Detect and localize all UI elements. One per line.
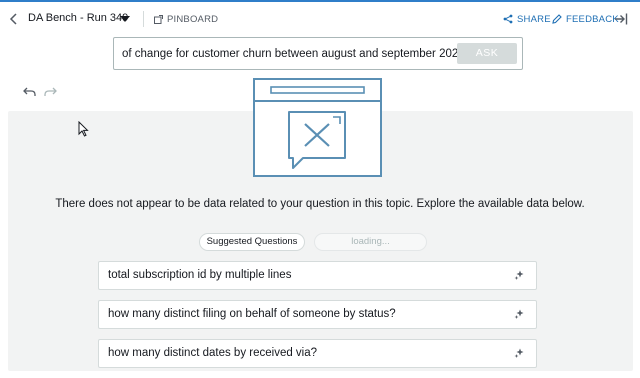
topic-title[interactable]: DA Bench - Run 349 xyxy=(28,12,128,24)
tab-suggested-questions[interactable]: Suggested Questions xyxy=(199,233,305,251)
ask-button[interactable]: ASK xyxy=(457,43,517,64)
question-text: how many distinct dates by received via? xyxy=(108,347,318,359)
feedback-button[interactable]: FEEDBACK xyxy=(552,10,619,28)
sparkle-icon xyxy=(514,309,524,319)
feedback-icon xyxy=(552,14,562,24)
pinboard-label: PINBOARD xyxy=(167,13,219,25)
sparkle-icon xyxy=(514,348,524,358)
share-icon xyxy=(503,14,513,24)
undo-icon[interactable] xyxy=(23,86,36,98)
sparkle-icon xyxy=(514,270,524,280)
share-label: SHARE xyxy=(517,13,551,25)
tab-loading: loading... xyxy=(314,233,427,251)
caret-down-icon[interactable] xyxy=(120,15,130,23)
question-text: how many distinct filing on behalf of so… xyxy=(108,308,396,320)
question-text: total subscription id by multiple lines xyxy=(108,269,292,281)
header-divider xyxy=(143,11,144,27)
question-input[interactable] xyxy=(122,46,457,62)
question-search-bar: ASK xyxy=(113,37,523,70)
mouse-cursor-icon xyxy=(78,121,89,137)
share-button[interactable]: SHARE xyxy=(503,10,551,28)
collapse-panel-icon[interactable] xyxy=(614,13,628,25)
pinboard-icon xyxy=(154,14,163,24)
list-item[interactable]: how many distinct filing on behalf of so… xyxy=(98,300,537,329)
suggested-questions-list: total subscription id by multiple lines … xyxy=(98,261,537,378)
pinboard-button[interactable]: PINBOARD xyxy=(154,10,218,28)
no-data-illustration xyxy=(253,78,382,177)
top-bar: DA Bench - Run 349 PINBOARD SHARE FEEDBA… xyxy=(0,2,640,36)
list-item[interactable]: how many distinct dates by received via? xyxy=(98,339,537,368)
redo-icon[interactable] xyxy=(44,86,57,98)
chevron-left-icon[interactable] xyxy=(8,12,20,26)
feedback-label: FEEDBACK xyxy=(566,13,619,25)
no-data-message: There does not appear to be data related… xyxy=(55,198,585,210)
list-item[interactable]: total subscription id by multiple lines xyxy=(98,261,537,290)
